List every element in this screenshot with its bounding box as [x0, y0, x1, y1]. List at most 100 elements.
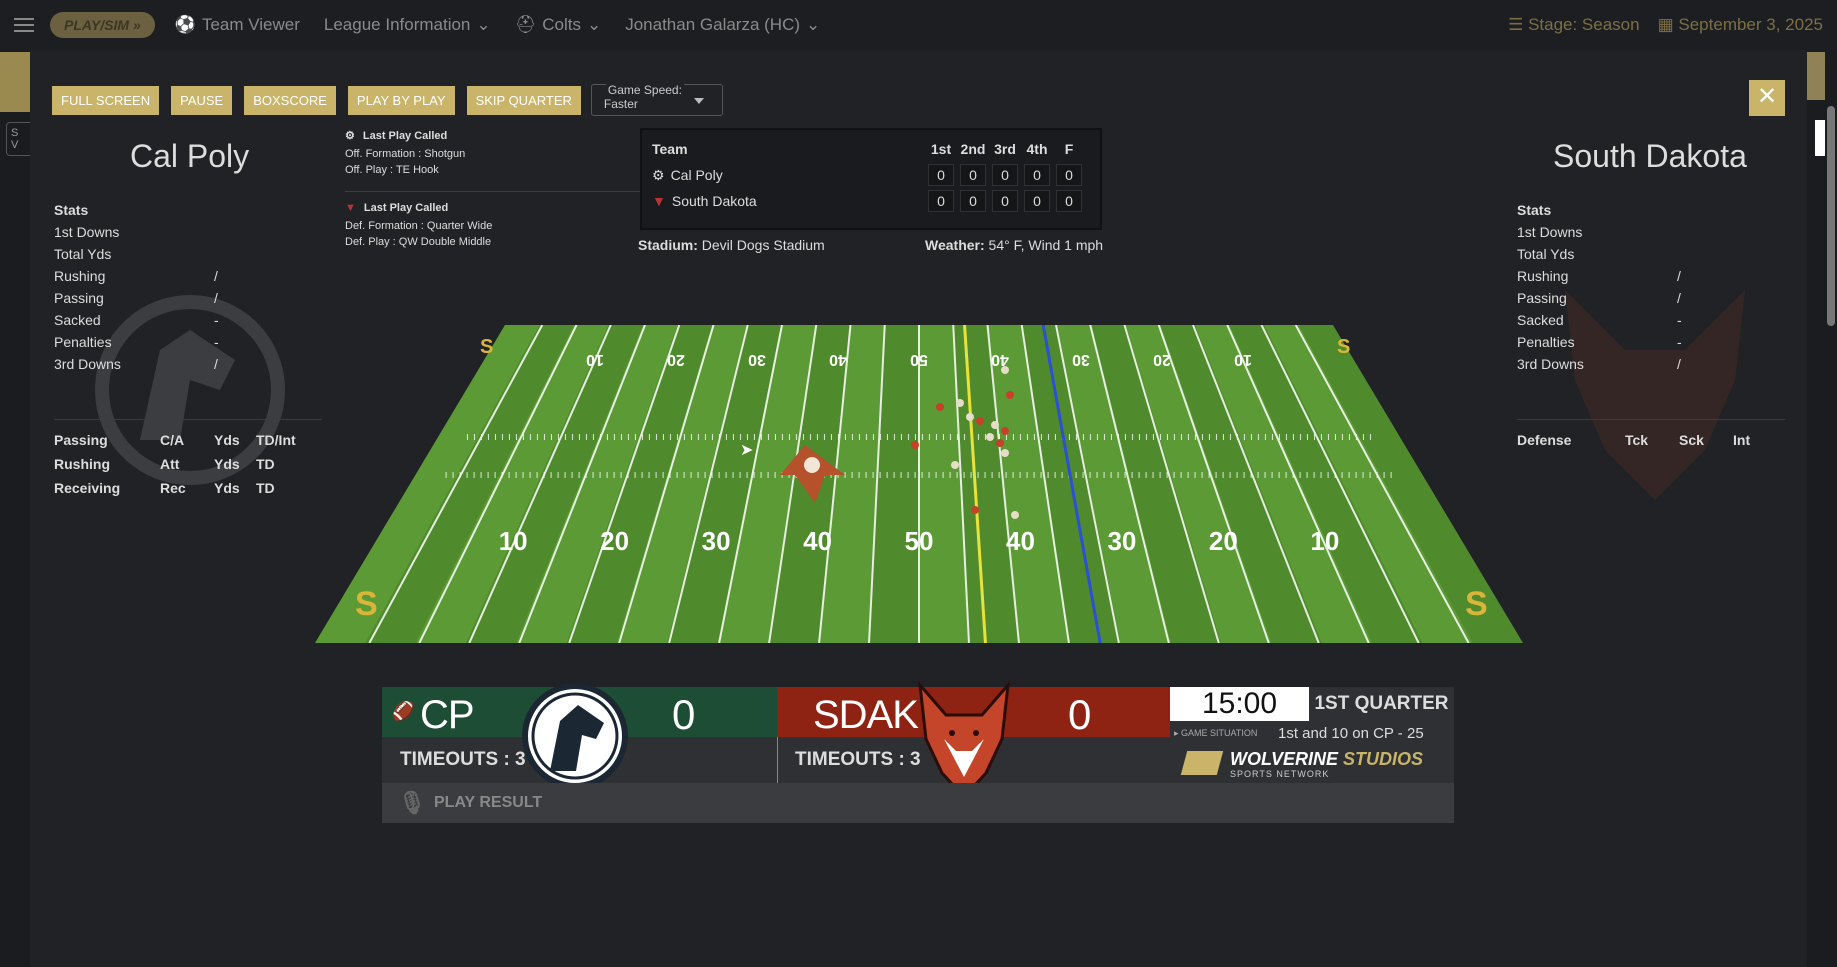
- nav-league-information[interactable]: League Information ⌄: [324, 15, 491, 35]
- stat-column: Int: [1733, 432, 1751, 448]
- stat-label: Total Yds: [54, 246, 112, 262]
- yard-number: 10: [499, 526, 528, 556]
- home-score: 0: [672, 691, 696, 738]
- nav-user[interactable]: Jonathan Galarza (HC) ⌄: [625, 15, 820, 35]
- yard-number: 10: [1310, 526, 1339, 556]
- stat-column: Yds: [214, 456, 240, 472]
- yard-number: 40: [829, 351, 847, 368]
- caret-down-icon: [693, 98, 704, 104]
- away-score: 0: [1068, 691, 1092, 738]
- linescore-header: Team 1st 2nd 3rd 4th F: [652, 136, 1090, 162]
- play-result-bar: 🎙 PLAY RESULT: [382, 783, 1454, 823]
- game-situation: ▸ GAME SITUATION 1st and 10 on CP - 25: [1170, 721, 1454, 745]
- home-team-name: Cal Poly: [130, 138, 250, 174]
- stat-value: -: [214, 334, 219, 350]
- player-marker: [951, 461, 959, 469]
- header-q2: 2nd: [960, 141, 986, 157]
- nav-team[interactable]: ⛑ Colts ⌄: [515, 15, 602, 35]
- score-cell: 0: [1024, 190, 1050, 212]
- scorebug: 🏈 CP 0 SDAK 0 TIMEOUTS : 3 TIMEOUTS : 3 …: [382, 681, 1454, 823]
- stat-column: Yds: [214, 480, 240, 496]
- player-marker: [956, 399, 964, 407]
- yard-number: 50: [910, 351, 928, 368]
- background-banner: [0, 52, 30, 112]
- score-cell: 0: [960, 190, 986, 212]
- stat-value: -: [1677, 334, 1682, 350]
- yard-number: 10: [586, 351, 604, 368]
- yard-number: 30: [748, 351, 766, 368]
- nav-team-viewer[interactable]: ⚽ Team Viewer: [175, 15, 300, 35]
- background-left: SV: [0, 50, 30, 967]
- play-by-play-button[interactable]: PLAY BY PLAY: [347, 85, 455, 115]
- football-icon: ⚽: [174, 15, 196, 34]
- stat-label: Passing: [54, 290, 104, 306]
- score-cell: 0: [1056, 164, 1082, 186]
- full-screen-button[interactable]: FULL SCREEN: [52, 85, 160, 115]
- brand-sub: SPORTS NETWORK: [1230, 769, 1330, 779]
- stat-value: /: [214, 290, 218, 306]
- yard-number: 30: [702, 526, 731, 556]
- close-button[interactable]: ✕: [1749, 80, 1785, 116]
- yard-number: 50: [905, 526, 934, 556]
- stat-value: /: [214, 356, 218, 372]
- game-speed-value: Faster: [603, 97, 638, 111]
- score-cell: 0: [960, 164, 986, 186]
- football-field: 10 20 30 40 50 40 30 20 10 10 20 30 40 50 40 30 20 10 S S…: [315, 325, 1523, 643]
- cal-poly-mustang-logo: [522, 683, 628, 789]
- home-player-stats: Passing C/A Yds TD/Int Rushing Att Yds TD Rece…: [54, 432, 296, 504]
- divider: [777, 737, 778, 783]
- stat-column: Sck: [1679, 432, 1704, 448]
- cal-poly-logo-icon: ⚙: [345, 130, 355, 142]
- stat-category: Receiving: [54, 480, 121, 496]
- team-name: South Dakota: [671, 193, 757, 209]
- boxscore-button[interactable]: BOXSCORE: [244, 85, 336, 115]
- player-marker: [1006, 391, 1014, 399]
- play-result-label: PLAY RESULT: [434, 794, 543, 811]
- background-right: [1807, 50, 1837, 967]
- linescore-row: ⚙ Cal Poly 0 0 0 0 0: [652, 162, 1090, 188]
- yard-number: 20: [667, 351, 685, 368]
- player-marker: [991, 421, 999, 429]
- play-sim-button[interactable]: PLAY/SIM »: [50, 12, 155, 38]
- score-cell: 0: [928, 190, 954, 212]
- stage-indicator[interactable]: ☰ Stage: Season: [1508, 15, 1640, 35]
- nav-label: Team Viewer: [201, 15, 300, 34]
- stat-label: Sacked: [1517, 312, 1564, 328]
- ws-logo-icon: [1180, 751, 1224, 775]
- fox-logo-icon: ▼: [345, 202, 356, 214]
- pause-button[interactable]: PAUSE: [171, 85, 233, 115]
- wolverine-studios-logo: WOLVERINE STUDIOS SPORTS NETWORK: [1170, 745, 1454, 783]
- defense-play: Def. Play : QW Double Middle: [345, 236, 492, 248]
- away-abbr: SDAK: [813, 693, 919, 737]
- player-marker: [986, 433, 994, 441]
- brand-part: WOLVERINE: [1230, 749, 1339, 769]
- game-clock: 15:00: [1170, 687, 1309, 721]
- header-team: Team: [652, 141, 688, 157]
- control-toolbar: FULL SCREEN PAUSE BOXSCORE PLAY BY PLAY …: [52, 83, 723, 116]
- nav-label: Jonathan Galarza (HC): [625, 15, 801, 34]
- score-cell: 0: [1024, 164, 1050, 186]
- scrollbar[interactable]: [1827, 106, 1835, 326]
- offense-formation: Off. Formation : Shotgun: [345, 148, 466, 160]
- endzone-logo: S: [1465, 585, 1488, 623]
- endzone-logo: S: [355, 585, 378, 623]
- last-play-defense: ▼ Last Play Called Def. Formation : Quart…: [345, 200, 645, 250]
- score-cell: 0: [1056, 190, 1082, 212]
- stat-column: Yds: [214, 432, 240, 448]
- chevron-down-icon: ⌄: [586, 15, 602, 34]
- stat-value: /: [1677, 356, 1681, 372]
- player-marker: [936, 403, 944, 411]
- stat-column: TD: [256, 456, 275, 472]
- header-final: F: [1064, 141, 1074, 157]
- linescore-row: ▼ South Dakota 0 0 0 0 0: [652, 188, 1090, 214]
- header-q1: 1st: [930, 141, 952, 157]
- date-indicator[interactable]: ▦ September 3, 2025: [1658, 15, 1823, 35]
- stat-category: Rushing: [54, 456, 110, 472]
- menu-icon[interactable]: [14, 18, 34, 32]
- stat-column: C/A: [160, 432, 185, 448]
- player-marker: [966, 413, 974, 421]
- stat-label: Rushing: [54, 268, 106, 284]
- skip-quarter-button[interactable]: SKIP QUARTER: [466, 85, 581, 115]
- yard-number: 20: [600, 526, 629, 556]
- game-speed-select[interactable]: Game Speed: Faster: [590, 83, 723, 116]
